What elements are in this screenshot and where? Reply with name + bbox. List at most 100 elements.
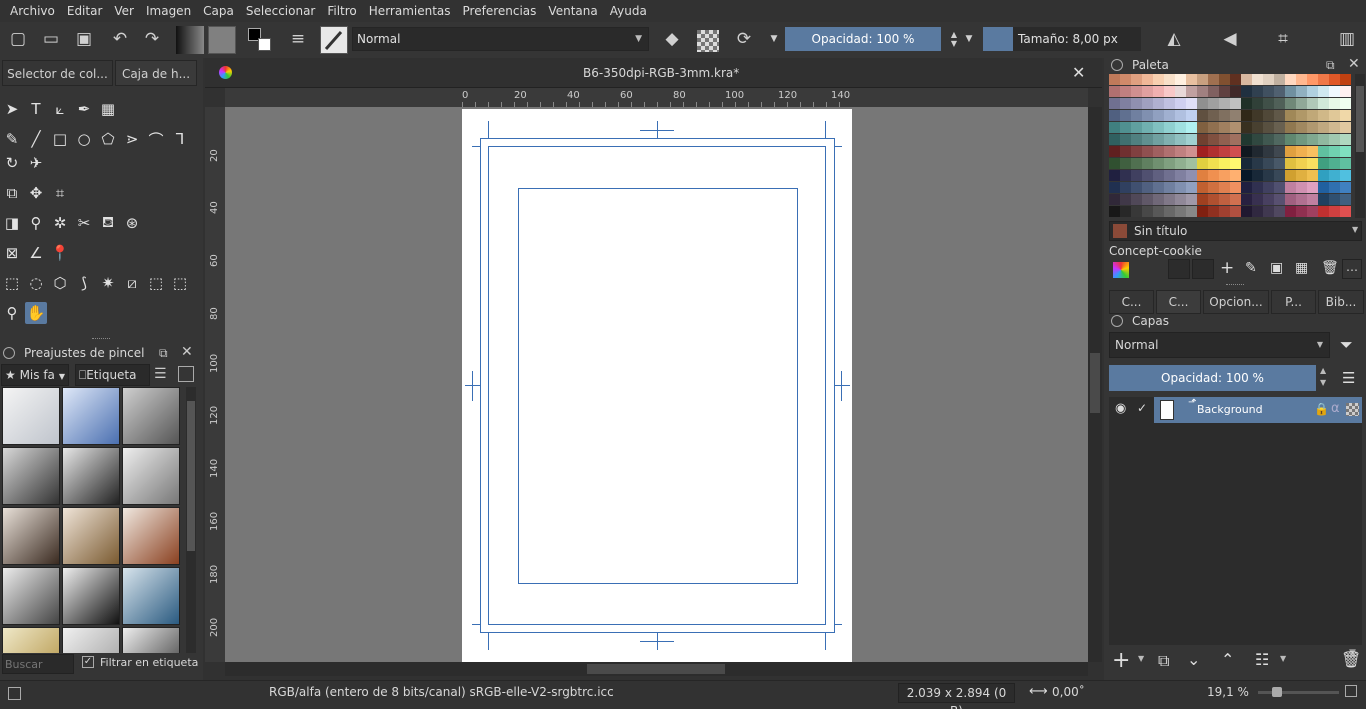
color-swatch[interactable] xyxy=(1318,86,1329,97)
tag-select[interactable]: ⎕Etiqueta xyxy=(75,364,150,386)
multibrush-icon[interactable]: ✈ xyxy=(25,152,47,174)
color-swatch[interactable] xyxy=(1131,194,1142,205)
color-swatch[interactable] xyxy=(1285,86,1296,97)
lock-icon[interactable] xyxy=(1111,315,1123,327)
color-swatch[interactable] xyxy=(1329,98,1340,109)
color-swatch[interactable] xyxy=(1230,170,1241,181)
toggle-panels-icon[interactable]: ▥ xyxy=(1333,25,1361,53)
brush-preset-thumbnail[interactable] xyxy=(122,387,180,445)
color-swatch[interactable] xyxy=(1230,182,1241,193)
color-swatch[interactable] xyxy=(1142,134,1153,145)
color-swatch[interactable] xyxy=(1285,122,1296,133)
mirror-horizontal-icon[interactable]: ◭ xyxy=(1160,25,1188,53)
current-color-select[interactable]: Sin título ▼ xyxy=(1109,221,1362,241)
color-swatch[interactable] xyxy=(1197,170,1208,181)
color-swatch[interactable] xyxy=(1153,158,1164,169)
color-swatch[interactable] xyxy=(1340,98,1351,109)
color-swatch[interactable] xyxy=(1142,182,1153,193)
color-swatch[interactable] xyxy=(1318,158,1329,169)
color-swatch[interactable] xyxy=(1142,98,1153,109)
color-swatch[interactable] xyxy=(1285,134,1296,145)
color-swatch[interactable] xyxy=(1175,170,1186,181)
color-swatch[interactable] xyxy=(1197,98,1208,109)
brush-preset-thumbnail[interactable] xyxy=(122,447,180,505)
tab-toolbox[interactable]: Caja de h... xyxy=(115,60,197,86)
color-swatch[interactable] xyxy=(1164,194,1175,205)
pan-tool-icon[interactable]: ✋ xyxy=(25,302,47,324)
menu-editar[interactable]: Editar xyxy=(61,0,109,22)
color-swatch[interactable] xyxy=(1208,194,1219,205)
color-swatch[interactable] xyxy=(1175,146,1186,157)
brush-preset-thumbnail[interactable] xyxy=(122,507,180,565)
color-swatch[interactable] xyxy=(1340,170,1351,181)
alpha-inherit-icon[interactable] xyxy=(1346,403,1359,416)
tab-c2[interactable]: C... xyxy=(1156,290,1201,314)
color-swatch[interactable] xyxy=(1142,74,1153,85)
color-swatch[interactable] xyxy=(1219,158,1230,169)
color-swatch[interactable] xyxy=(1164,134,1175,145)
menu-seleccionar[interactable]: Seleccionar xyxy=(240,0,321,22)
color-swatch[interactable] xyxy=(1263,98,1274,109)
polygon-select-icon[interactable]: ⬡ xyxy=(49,272,71,294)
color-swatch[interactable] xyxy=(1307,170,1318,181)
brush-preset-icon[interactable] xyxy=(320,26,348,54)
color-swatch[interactable] xyxy=(1307,134,1318,145)
rotation-label[interactable]: 0,00˚ xyxy=(1052,685,1085,699)
color-swatch[interactable] xyxy=(1296,158,1307,169)
color-swatch[interactable] xyxy=(1241,86,1252,97)
color-swatch[interactable] xyxy=(1307,182,1318,193)
layer-name[interactable]: Background xyxy=(1197,403,1263,416)
color-swatch[interactable] xyxy=(1263,122,1274,133)
color-swatch[interactable] xyxy=(1142,158,1153,169)
color-swatch[interactable] xyxy=(1219,110,1230,121)
color-swatch[interactable] xyxy=(1219,86,1230,97)
fullscreen-icon[interactable] xyxy=(1345,685,1357,697)
color-swatch[interactable] xyxy=(1340,158,1351,169)
fill-tool-icon[interactable]: ⛾ xyxy=(97,212,119,234)
color-swatch[interactable] xyxy=(1120,98,1131,109)
color-swatch[interactable] xyxy=(1186,182,1197,193)
color-swatch[interactable] xyxy=(1120,134,1131,145)
palette-chooser-icon[interactable] xyxy=(1113,262,1129,278)
color-swatch[interactable] xyxy=(1120,122,1131,133)
color-swatch[interactable] xyxy=(1340,110,1351,121)
color-swatch[interactable] xyxy=(1285,98,1296,109)
color-swatch[interactable] xyxy=(1307,146,1318,157)
color-swatch[interactable] xyxy=(1131,170,1142,181)
color-swatch[interactable] xyxy=(1175,74,1186,85)
color-swatch[interactable] xyxy=(1120,146,1131,157)
color-swatch[interactable] xyxy=(1175,134,1186,145)
brush-search-input[interactable] xyxy=(2,654,74,674)
color-swatch[interactable] xyxy=(1208,146,1219,157)
filter-icon[interactable]: ⏷ xyxy=(1340,335,1353,355)
opacity-spinner-icon[interactable]: ▲ ▼ xyxy=(1320,365,1326,389)
menu-filtro[interactable]: Filtro xyxy=(321,0,362,22)
color-swatch[interactable] xyxy=(1219,98,1230,109)
delete-layer-icon[interactable]: 🗑 xyxy=(1341,650,1361,669)
color-swatch[interactable] xyxy=(1131,146,1142,157)
color-swatch[interactable] xyxy=(1164,158,1175,169)
open-folder-icon[interactable]: ▭ xyxy=(37,25,65,53)
color-swatch[interactable] xyxy=(1164,110,1175,121)
color-swatch[interactable] xyxy=(1329,146,1340,157)
color-picker-icon[interactable]: ⚲ xyxy=(25,212,47,234)
color-swatch[interactable] xyxy=(1230,158,1241,169)
color-swatch[interactable] xyxy=(1252,170,1263,181)
color-swatch[interactable] xyxy=(1263,158,1274,169)
color-swatch[interactable] xyxy=(1109,182,1120,193)
menu-preferencias[interactable]: Preferencias xyxy=(457,0,543,22)
color-swatch[interactable] xyxy=(1109,74,1120,85)
color-swatch[interactable] xyxy=(1142,194,1153,205)
color-swatch[interactable] xyxy=(1318,74,1329,85)
chevron-down-icon[interactable]: ▼ xyxy=(1280,654,1286,663)
color-swatch[interactable] xyxy=(1208,158,1219,169)
color-swatch[interactable] xyxy=(1131,182,1142,193)
color-swatch[interactable] xyxy=(1307,122,1318,133)
text-tool-icon[interactable]: T xyxy=(25,98,47,120)
color-swatch[interactable] xyxy=(1296,170,1307,181)
color-swatch[interactable] xyxy=(1208,182,1219,193)
color-swatch[interactable] xyxy=(1318,170,1329,181)
color-swatch[interactable] xyxy=(1263,74,1274,85)
edit-pencil-icon[interactable]: ✎ xyxy=(1245,260,1257,276)
color-swatch[interactable] xyxy=(1307,158,1318,169)
